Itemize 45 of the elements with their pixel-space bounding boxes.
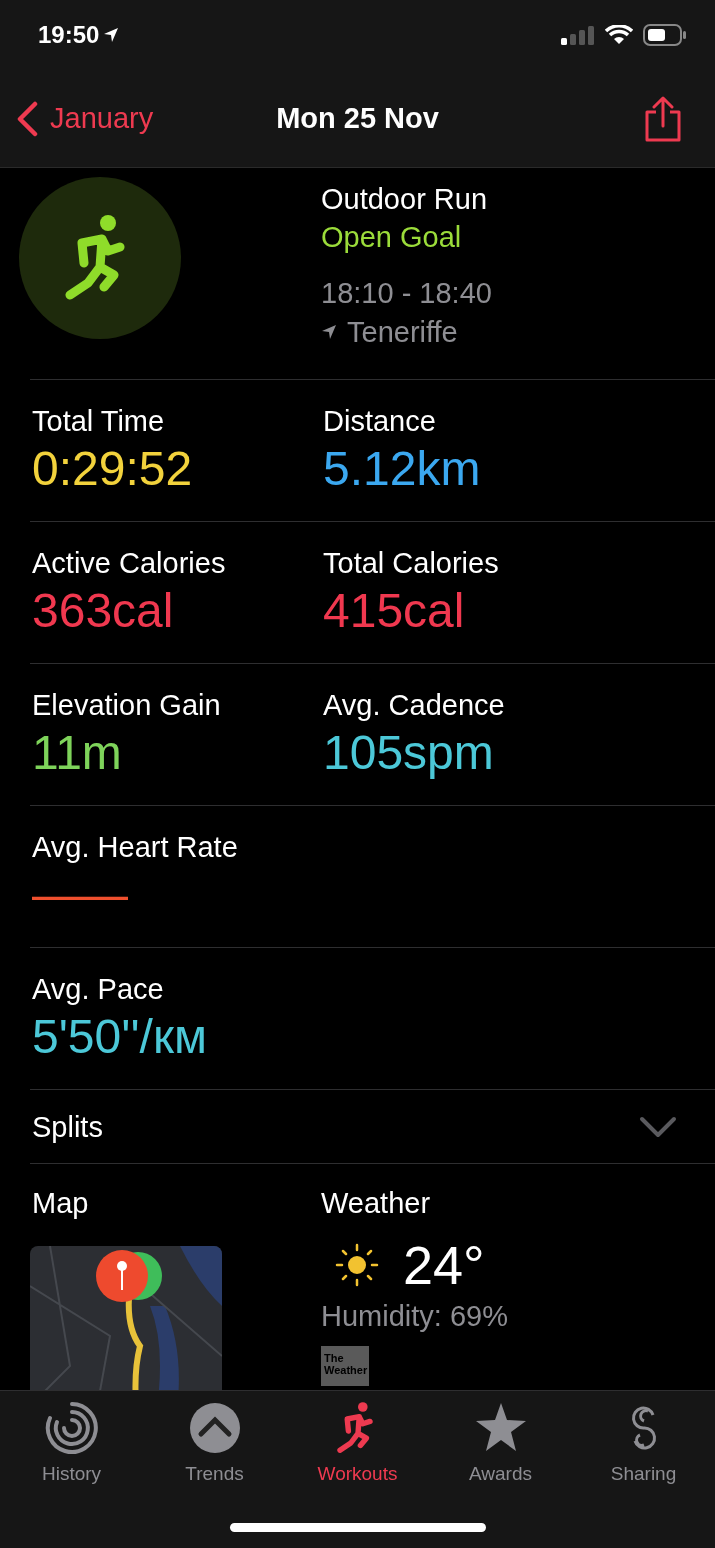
nav-title: Mon 25 Nov bbox=[276, 102, 439, 135]
signal-icon bbox=[561, 25, 595, 45]
metric-label: Total Calories bbox=[323, 546, 500, 581]
sun-icon bbox=[335, 1243, 379, 1287]
tab[interactable]: Sharing bbox=[572, 1401, 715, 1485]
location-arrow-icon bbox=[103, 27, 120, 43]
back-button[interactable]: January bbox=[16, 100, 154, 137]
metric-value: 0:29:52 bbox=[32, 441, 194, 497]
clock: 19:50 bbox=[38, 21, 100, 49]
weather-label: Weather bbox=[321, 1186, 432, 1221]
tab[interactable]: Awards bbox=[429, 1401, 572, 1485]
metric-value: 105spm bbox=[323, 725, 495, 781]
location-name: Teneriffe bbox=[347, 315, 458, 350]
workout-name: Outdoor Run bbox=[321, 182, 489, 217]
metric-label: Elevation Gain bbox=[32, 688, 222, 723]
splits-row[interactable]: Splits bbox=[30, 1090, 715, 1164]
metric-label: Total Time bbox=[32, 404, 166, 439]
chevron-up-icon bbox=[187, 1401, 242, 1455]
wifi-icon bbox=[605, 25, 633, 45]
map-label: Map bbox=[32, 1186, 90, 1221]
metric-label: Avg. Heart Rate bbox=[32, 830, 239, 865]
battery-icon bbox=[643, 24, 687, 46]
share-icon[interactable] bbox=[643, 95, 683, 142]
metric-label: Active Calories bbox=[32, 546, 227, 581]
metric-value: 363cal bbox=[32, 583, 175, 639]
metric-label: Avg. Pace bbox=[32, 972, 165, 1007]
metric-label: Distance bbox=[323, 404, 437, 439]
splits-label: Splits bbox=[32, 1109, 103, 1145]
metric-value: —— bbox=[32, 867, 129, 923]
metric-value: 5.12km bbox=[323, 441, 482, 497]
temperature: 24° bbox=[403, 1234, 485, 1296]
chevron-left-icon bbox=[16, 100, 38, 137]
tab[interactable]: History bbox=[0, 1401, 143, 1485]
tab[interactable]: Trends bbox=[143, 1401, 286, 1485]
metric-label: Avg. Cadence bbox=[323, 688, 506, 723]
time-range: 18:10 - 18:40 bbox=[321, 276, 492, 311]
humidity: Humidity: 69% bbox=[321, 1299, 508, 1334]
metric-value: 11m bbox=[32, 725, 123, 781]
workout-goal: Open Goal bbox=[321, 220, 463, 255]
weather-source-logo: The Weather bbox=[321, 1346, 369, 1386]
rings-icon bbox=[44, 1401, 99, 1455]
metric-value: 5'50''/км bbox=[32, 1009, 208, 1065]
tab[interactable]: Workouts bbox=[286, 1401, 429, 1485]
metric-value: 415cal bbox=[323, 583, 466, 639]
location-arrow-icon bbox=[321, 324, 337, 340]
